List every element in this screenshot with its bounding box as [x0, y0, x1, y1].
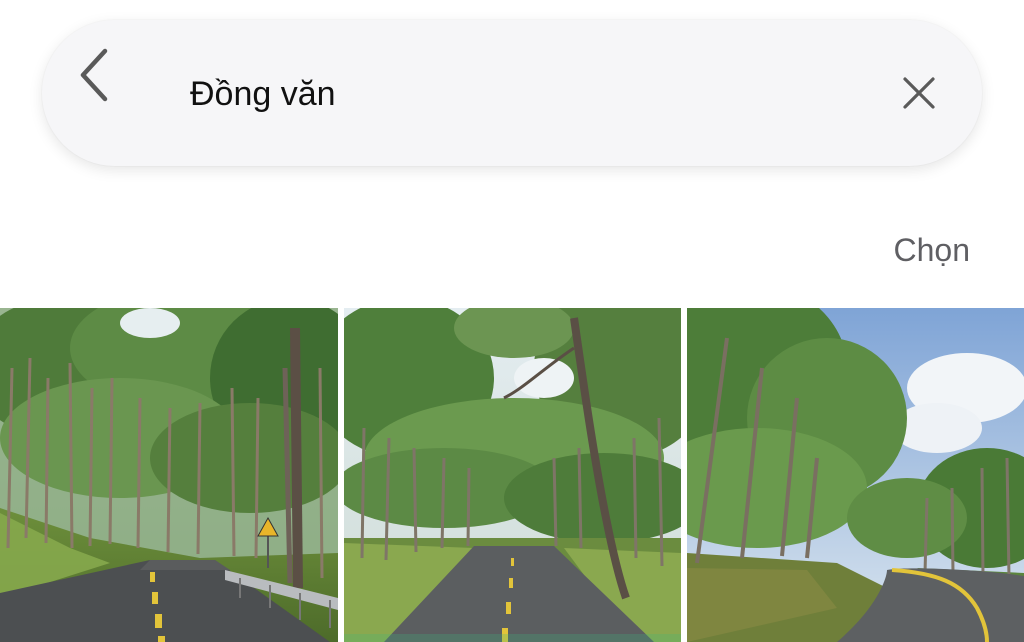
close-icon — [903, 77, 935, 109]
search-bar[interactable] — [42, 20, 982, 166]
photo-thumbnail[interactable] — [0, 308, 338, 642]
photo-thumbnail[interactable] — [687, 308, 1024, 642]
back-button[interactable] — [70, 48, 120, 102]
clear-search-button[interactable] — [896, 70, 942, 116]
photo-image — [0, 308, 338, 642]
photo-grid — [0, 308, 1024, 642]
select-button[interactable]: Chọn — [894, 230, 971, 270]
chevron-left-icon — [80, 48, 108, 102]
photos-search-screen: Đồng văn Chọn — [0, 0, 1024, 642]
search-input[interactable]: Đồng văn — [190, 72, 336, 116]
photo-image — [344, 308, 681, 642]
photo-image — [687, 308, 1024, 642]
photo-thumbnail[interactable] — [344, 308, 681, 642]
